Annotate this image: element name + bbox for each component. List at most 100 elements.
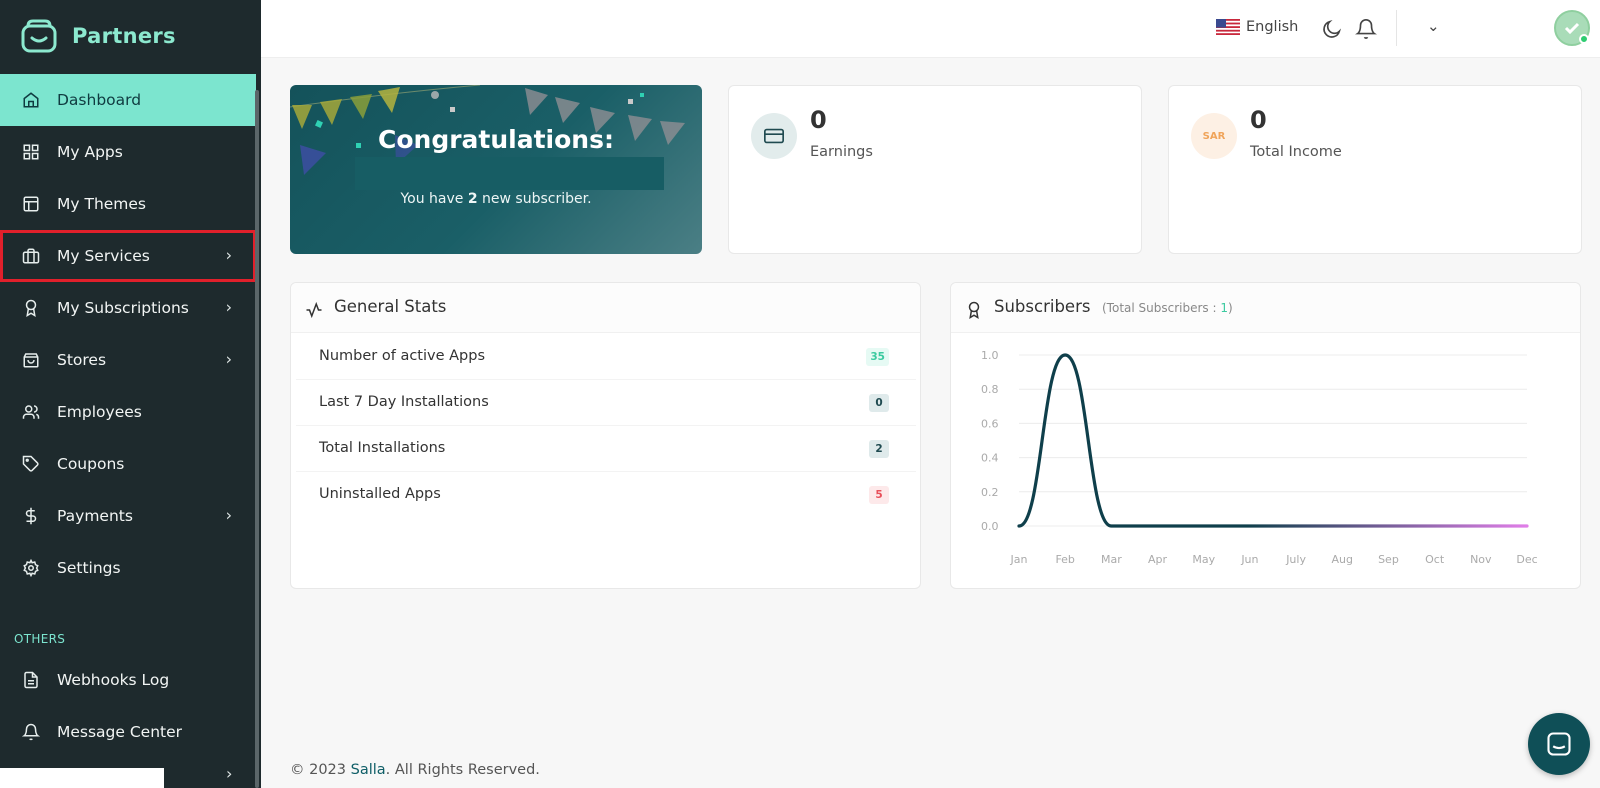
salla-logo-icon — [21, 19, 57, 53]
sidebar-item-my-services[interactable]: My Services › — [0, 230, 256, 282]
moon-icon[interactable] — [1321, 18, 1343, 40]
sidebar-bottom-item[interactable] — [0, 768, 164, 788]
total-subscribers: (Total Subscribers : 1) — [1102, 301, 1233, 315]
y-tick-label: 0.8 — [981, 383, 999, 396]
congrats-title: Congratulations: — [378, 125, 614, 154]
sidebar-item-label: Stores — [57, 351, 107, 369]
shopping-bag-icon — [23, 353, 39, 368]
x-tick-label: Apr — [1148, 553, 1168, 566]
header-divider — [1396, 10, 1397, 46]
sidebar-item-label: Message Center — [57, 723, 183, 741]
congrats-card: Congratulations: You have 2 new subscrib… — [290, 85, 702, 254]
chevron-right-icon: › — [225, 245, 232, 265]
bell-icon — [22, 723, 40, 741]
sidebar-item-dashboard[interactable]: Dashboard — [0, 74, 256, 126]
sidebar-item-message-center[interactable]: Message Center — [0, 706, 256, 758]
sidebar: Partners Dashboard My Apps My Themes My … — [0, 0, 261, 788]
sidebar-item-stores[interactable]: Stores › — [0, 334, 256, 386]
sidebar-item-label: My Apps — [57, 143, 123, 161]
chevron-right-icon: › — [225, 297, 232, 317]
total-subscribers-close: ) — [1227, 301, 1233, 315]
award-icon — [25, 299, 37, 317]
sidebar-item-label: Dashboard — [57, 91, 142, 109]
x-tick-label: Oct — [1425, 553, 1445, 566]
sidebar-item-label: Webhooks Log — [57, 671, 170, 689]
sidebar-item-label: Payments — [57, 507, 133, 525]
congrats-name-bar — [355, 157, 664, 190]
brand[interactable]: Partners — [20, 18, 176, 54]
stat-row: Number of active Apps 35 — [296, 334, 916, 380]
x-tick-label: May — [1192, 553, 1215, 566]
total-income-card: SAR 0 Total Income — [1168, 85, 1582, 254]
y-tick-label: 0.6 — [981, 417, 999, 430]
brand-name: Partners — [72, 24, 176, 48]
stat-row-badge: 5 — [869, 486, 889, 504]
language-switcher[interactable]: English — [1216, 19, 1298, 35]
chat-button[interactable] — [1528, 713, 1590, 775]
y-tick-label: 0.0 — [981, 520, 999, 533]
sidebar-scrollbar[interactable] — [255, 90, 259, 788]
x-tick-label: Feb — [1055, 553, 1074, 566]
users-icon — [22, 405, 40, 419]
series-line — [1017, 353, 1529, 528]
tag-icon — [22, 455, 39, 472]
y-tick-label: 0.4 — [981, 452, 999, 465]
sidebar-item-employees[interactable]: Employees — [0, 386, 256, 438]
currency-label: SAR — [1202, 130, 1226, 142]
sidebar-item-label: Coupons — [57, 455, 125, 473]
stat-row-label: Uninstalled Apps — [319, 486, 441, 502]
total-subscribers-label: (Total Subscribers : — [1102, 301, 1221, 315]
subscribers-chart: 0.0 0.2 0.4 0.6 0.8 1.0 Jan Feb Mar Apr May Jun July… — [981, 349, 1538, 566]
chevron-right-icon: › — [226, 764, 233, 783]
sidebar-item-coupons[interactable]: Coupons — [0, 438, 256, 490]
general-stats-panel: General Stats Number of active Apps 35 Las… — [290, 282, 921, 589]
footer-text: . All Rights Reserved. — [385, 762, 540, 778]
chat-icon — [1547, 732, 1571, 756]
sidebar-item-label: My Services — [57, 247, 150, 265]
sidebar-item-my-themes[interactable]: My Themes — [0, 178, 256, 230]
briefcase-icon — [22, 248, 40, 264]
language-label: English — [1246, 19, 1299, 35]
sidebar-item-settings[interactable]: Settings — [0, 542, 256, 594]
earnings-label: Earnings — [810, 144, 873, 160]
stat-row-badge: 35 — [866, 348, 889, 366]
sidebar-item-payments[interactable]: Payments › — [0, 490, 256, 542]
stat-row: Last 7 Day Installations 0 — [296, 380, 916, 426]
subscribers-header: Subscribers (Total Subscribers : 1) — [951, 283, 1580, 333]
sidebar-item-webhooks-log[interactable]: Webhooks Log — [0, 654, 256, 706]
subscribers-panel: Subscribers (Total Subscribers : 1) 0.0 0… — [950, 282, 1581, 589]
income-value: 0 — [1250, 106, 1267, 134]
sidebar-item-my-subscriptions[interactable]: My Subscriptions › — [0, 282, 256, 334]
sidebar-item-my-apps[interactable]: My Apps — [0, 126, 256, 178]
chevron-right-icon: › — [225, 505, 232, 525]
subscribers-title: Subscribers — [994, 297, 1091, 316]
x-tick-label: Dec — [1516, 553, 1537, 566]
total-subscribers-value: 1 — [1220, 301, 1228, 315]
activity-icon — [306, 301, 322, 319]
x-tick-label: Mar — [1101, 553, 1122, 566]
general-stats-header: General Stats — [291, 283, 920, 333]
footer: © 2023 Salla. All Rights Reserved. — [290, 762, 540, 778]
dollar-icon — [25, 507, 37, 525]
stat-row-label: Last 7 Day Installations — [319, 394, 489, 410]
chevron-down-icon[interactable]: ⌄ — [1427, 17, 1440, 35]
x-tick-label: Aug — [1332, 553, 1353, 566]
sidebar-item-label: My Subscriptions — [57, 299, 189, 317]
x-tick-label: Jan — [1010, 553, 1028, 566]
sar-currency-icon: SAR — [1191, 113, 1237, 159]
x-tick-label: Nov — [1470, 553, 1492, 566]
congrats-sub-text: You have — [400, 191, 468, 207]
us-flag-icon — [1216, 19, 1240, 35]
sidebar-nav: Dashboard My Apps My Themes My Services … — [0, 74, 256, 758]
footer-brand-link[interactable]: Salla — [351, 762, 386, 778]
home-icon — [23, 92, 39, 108]
bell-icon[interactable] — [1355, 18, 1377, 40]
congrats-subtitle: You have 2 new subscriber. — [290, 191, 702, 207]
credit-card-icon — [751, 113, 797, 159]
x-tick-label: Sep — [1378, 553, 1399, 566]
layout-icon — [23, 196, 39, 212]
congrats-sub-count: 2 — [467, 191, 478, 207]
online-status-dot — [1579, 34, 1589, 44]
chevron-right-icon: › — [225, 349, 232, 369]
general-stats-title: General Stats — [334, 297, 447, 316]
